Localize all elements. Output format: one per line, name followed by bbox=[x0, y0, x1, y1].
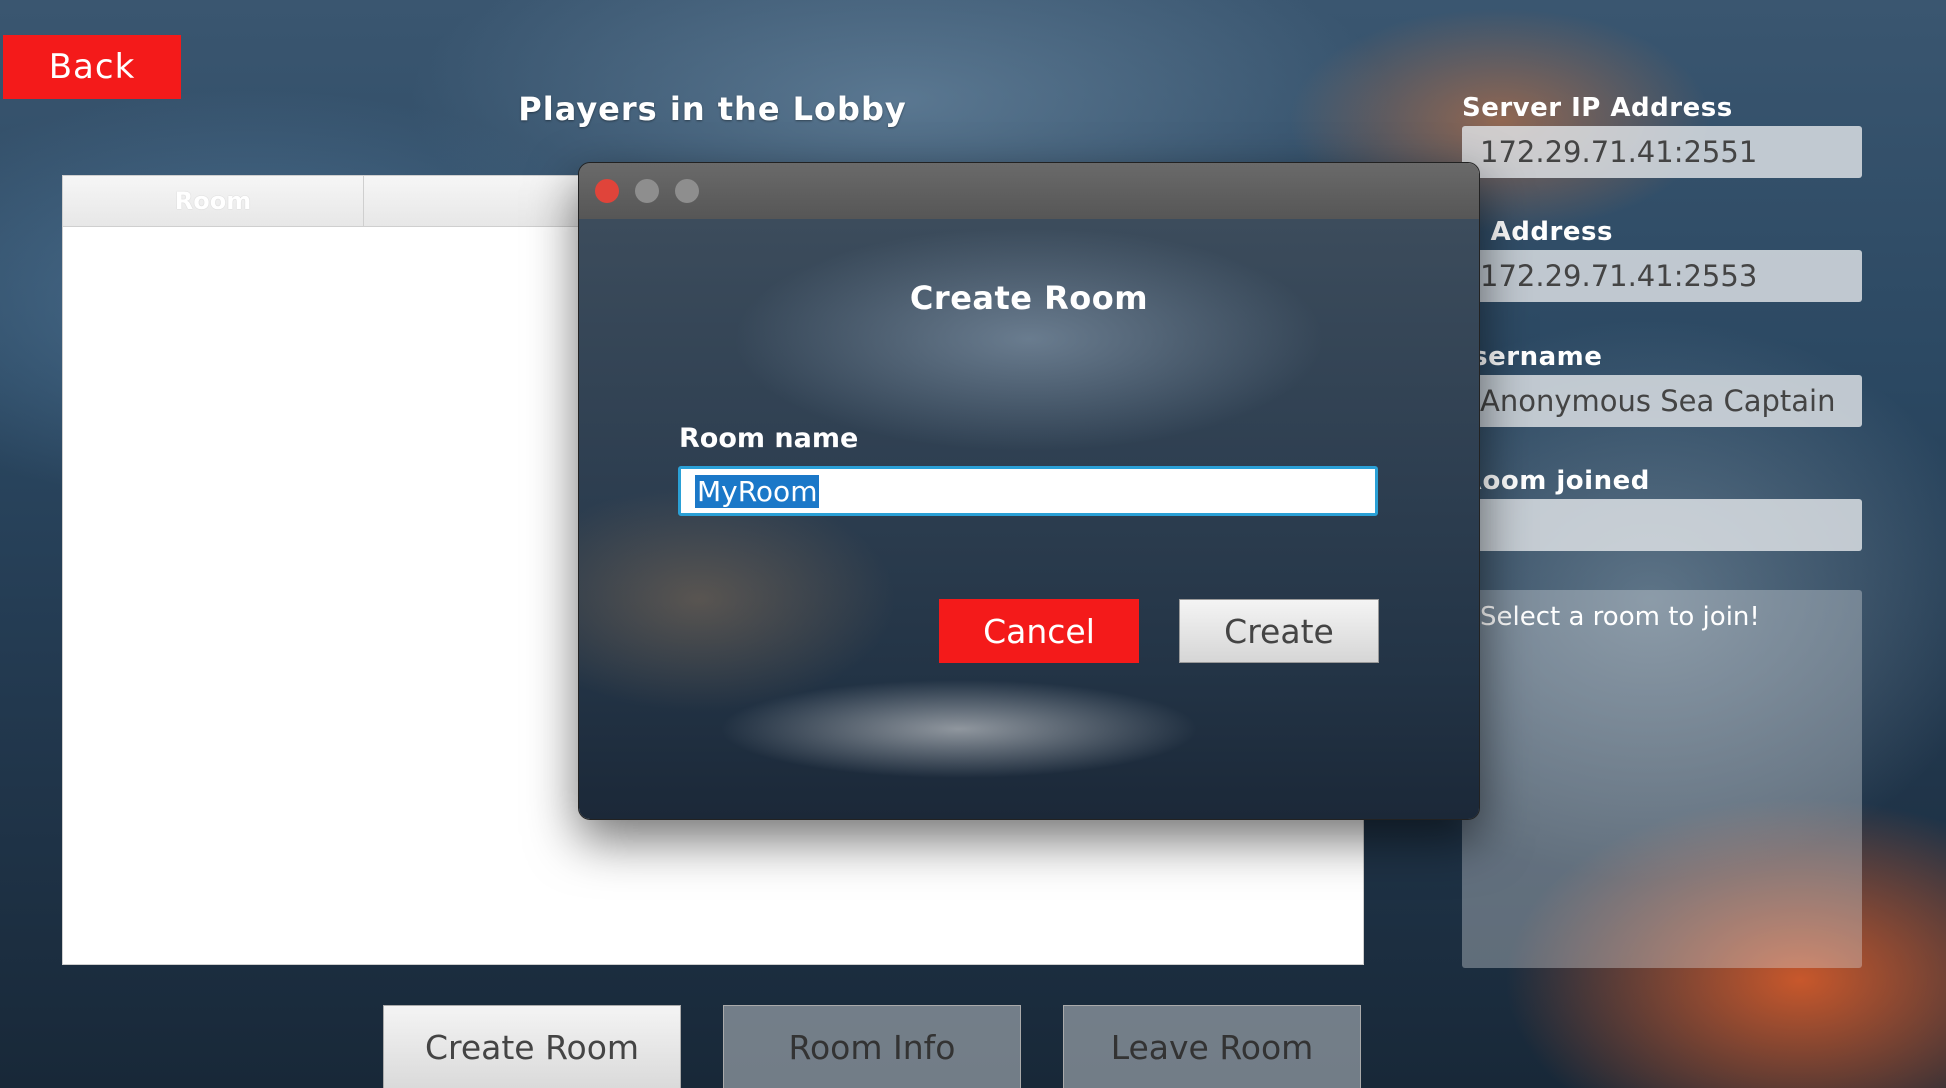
dialog-title: Create Room bbox=[909, 279, 1149, 317]
room-joined-label: Room joined bbox=[1462, 466, 1650, 496]
room-info-button[interactable]: Room Info bbox=[723, 1005, 1021, 1088]
status-message: Select a room to join! bbox=[1480, 602, 1760, 632]
create-room-dialog: Create Room Room name MyRoom Cancel Crea… bbox=[578, 162, 1480, 820]
maximize-window-icon[interactable] bbox=[675, 179, 699, 203]
minimize-window-icon[interactable] bbox=[635, 179, 659, 203]
room-name-input[interactable]: MyRoom bbox=[678, 466, 1378, 516]
dialog-titlebar[interactable] bbox=[579, 163, 1479, 219]
room-name-value: MyRoom bbox=[695, 474, 820, 508]
cancel-button[interactable]: Cancel bbox=[939, 599, 1139, 663]
column-header-room[interactable]: Room bbox=[63, 176, 364, 226]
create-button[interactable]: Create bbox=[1179, 599, 1379, 663]
lobby-screen: Back Players in the Lobby Room Server IP… bbox=[0, 0, 1946, 1088]
dialog-body: Create Room Room name MyRoom Cancel Crea… bbox=[579, 219, 1479, 819]
server-ip-label: Server IP Address bbox=[1462, 93, 1733, 123]
close-window-icon[interactable] bbox=[595, 179, 619, 203]
my-ip-label: p Address bbox=[1462, 217, 1613, 247]
leave-room-button[interactable]: Leave Room bbox=[1063, 1005, 1361, 1088]
lobby-title: Players in the Lobby bbox=[518, 90, 907, 128]
my-ip-field[interactable]: 172.29.71.41:2553 bbox=[1462, 250, 1862, 302]
status-message-box: Select a room to join! bbox=[1462, 590, 1862, 968]
username-field[interactable]: Anonymous Sea Captain bbox=[1462, 375, 1862, 427]
room-name-label: Room name bbox=[679, 423, 859, 454]
server-ip-field[interactable]: 172.29.71.41:2551 bbox=[1462, 126, 1862, 178]
username-label: Jsername bbox=[1462, 342, 1603, 372]
create-room-button[interactable]: Create Room bbox=[383, 1005, 681, 1088]
room-joined-field[interactable] bbox=[1462, 499, 1862, 551]
back-button[interactable]: Back bbox=[3, 35, 181, 99]
